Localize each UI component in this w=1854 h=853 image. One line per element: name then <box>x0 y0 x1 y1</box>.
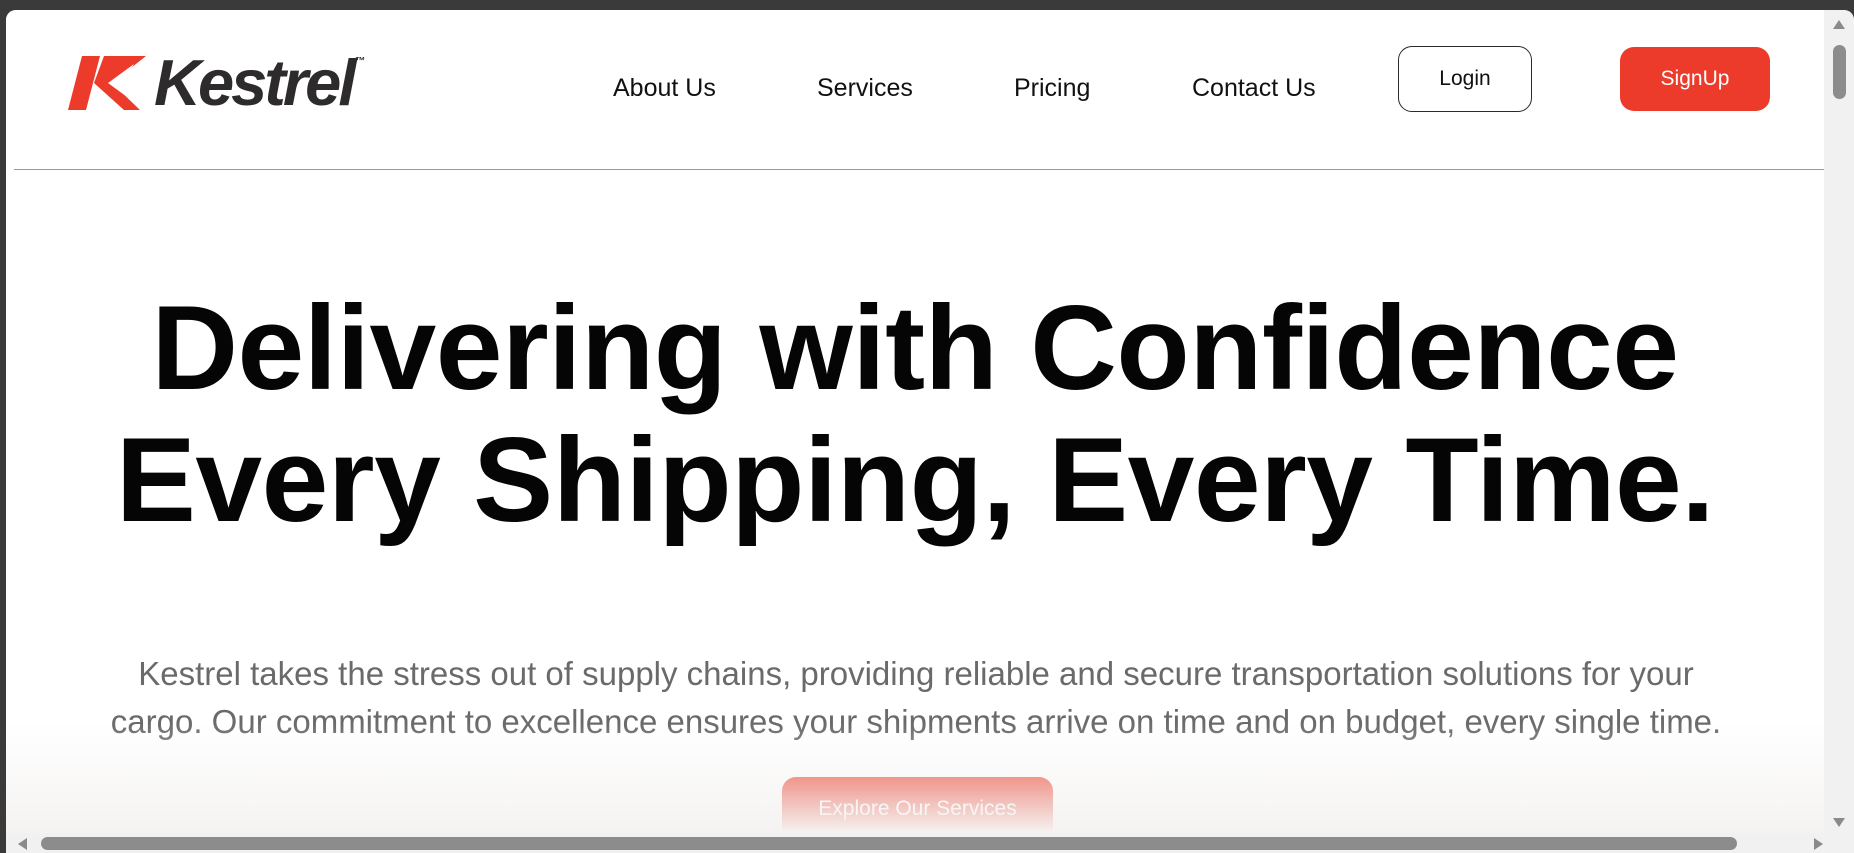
header-divider <box>14 169 1824 170</box>
brand-name: Kestrel <box>154 46 356 119</box>
nav-link-about-us[interactable]: About Us <box>613 74 716 103</box>
hero-subtitle-line-1: Kestrel takes the stress out of supply c… <box>138 655 1694 692</box>
scroll-down-arrow-icon[interactable] <box>1833 818 1845 827</box>
signup-button[interactable]: SignUp <box>1620 47 1770 111</box>
nav-link-contact-us[interactable]: Contact Us <box>1192 74 1316 103</box>
hero-title-line-2: Every Shipping, Every Time. <box>115 413 1715 547</box>
hero-title-line-1: Delivering with Confidence <box>151 281 1679 415</box>
scroll-left-arrow-icon[interactable] <box>18 838 27 850</box>
vertical-scrollbar[interactable] <box>1824 10 1854 833</box>
kestrel-logo-mark-icon <box>68 55 146 110</box>
horizontal-scrollbar[interactable] <box>6 833 1854 853</box>
scroll-right-arrow-icon[interactable] <box>1814 838 1823 850</box>
hero-subtitle: Kestrel takes the stress out of supply c… <box>86 650 1746 746</box>
site-header: Kestrel ™ About Us Services Pricing Cont… <box>6 10 1824 170</box>
login-button[interactable]: Login <box>1398 46 1532 112</box>
nav-link-pricing[interactable]: Pricing <box>1014 74 1090 103</box>
hero-subtitle-line-2: cargo. Our commitment to excellence ensu… <box>110 703 1722 740</box>
explore-services-button[interactable]: Explore Our Services <box>782 777 1053 833</box>
brand-logo[interactable]: Kestrel ™ <box>68 50 365 115</box>
horizontal-scroll-thumb[interactable] <box>41 837 1737 850</box>
vertical-scroll-thumb[interactable] <box>1833 45 1846 99</box>
trademark-symbol: ™ <box>355 56 366 67</box>
hero-title: Delivering with Confidence Every Shippin… <box>6 282 1824 546</box>
landing-page: Kestrel ™ About Us Services Pricing Cont… <box>6 10 1824 833</box>
nav-link-services[interactable]: Services <box>817 74 913 103</box>
scroll-up-arrow-icon[interactable] <box>1833 20 1845 29</box>
browser-viewport: Kestrel ™ About Us Services Pricing Cont… <box>6 10 1854 853</box>
